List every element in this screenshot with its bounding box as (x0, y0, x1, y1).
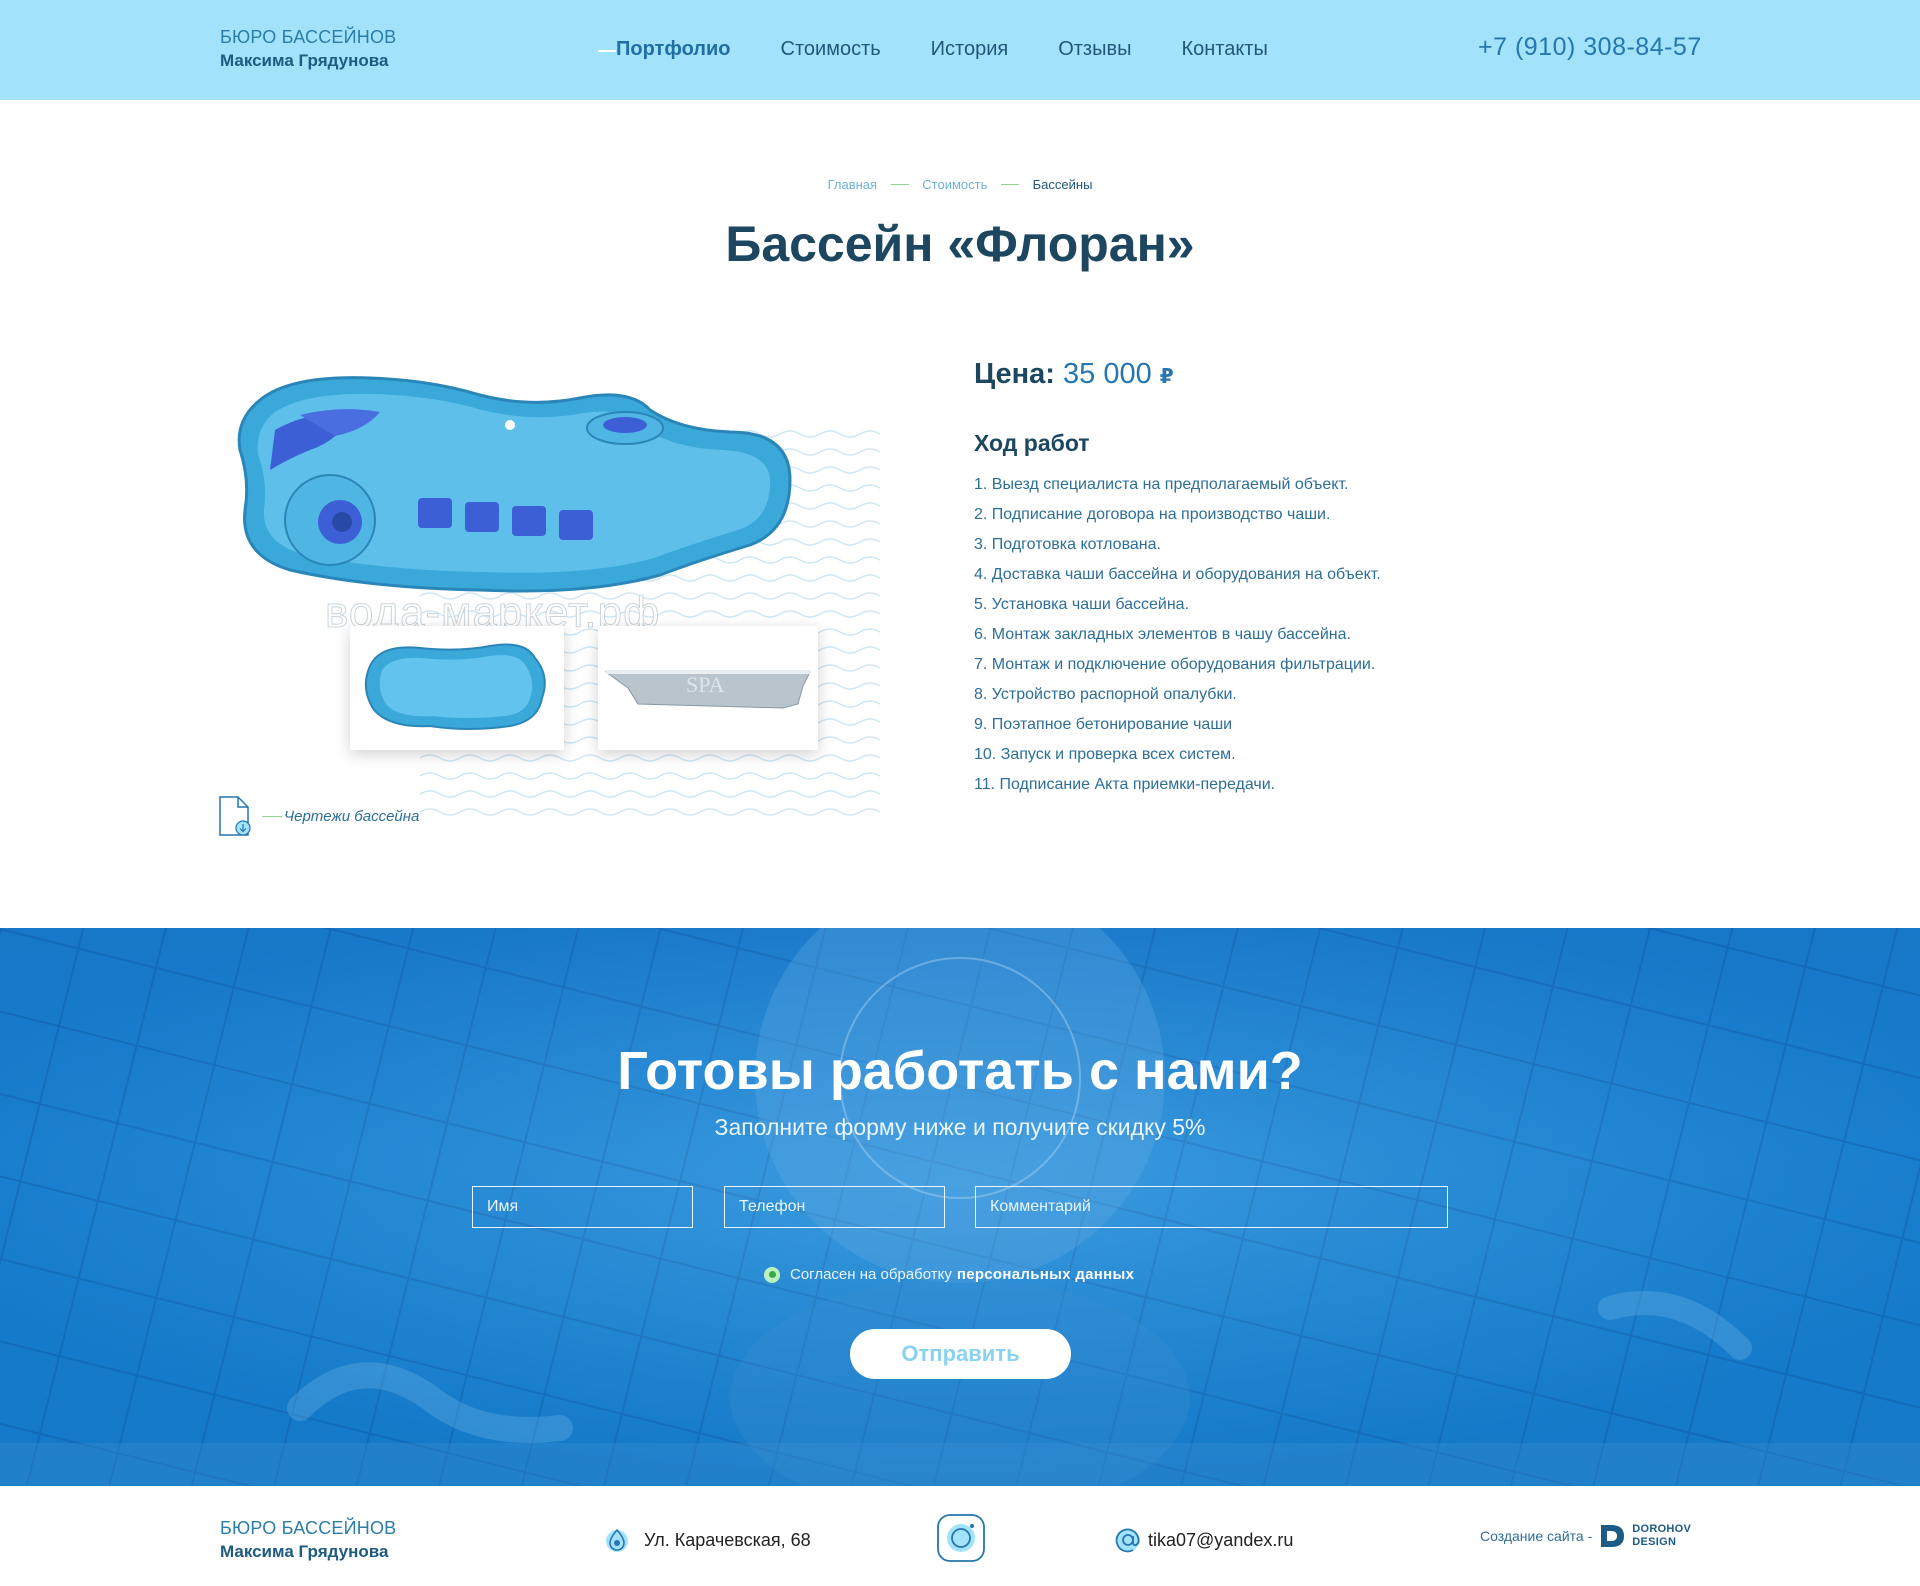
pool-tiles-background (0, 928, 1920, 1486)
work-step-item: 11. Подписание Акта приемки-передачи. (974, 776, 1276, 793)
consent-text: Согласен на обработку (790, 1266, 952, 1283)
consent-radio-dot (768, 1271, 776, 1278)
footer-logo-line2: Максима Грядунова (220, 1541, 389, 1561)
breadcrumb-separator (1001, 184, 1020, 186)
pool-drawings-link[interactable]: Чертежи бассейна (218, 795, 419, 837)
instagram-icon (937, 1514, 985, 1562)
consent-checkbox[interactable]: Согласен на обработку персональных данны… (764, 1266, 1134, 1283)
submit-button[interactable]: Отправить (850, 1329, 1071, 1379)
pool-thumbnail-top-view[interactable] (350, 626, 564, 750)
footer-address: Ул. Карачевская, 68 (604, 1526, 811, 1554)
work-step-item: 3. Подготовка котлована. (974, 536, 1161, 553)
product-gallery: вода-маркет.рф SPA (230, 370, 880, 820)
site-footer: БЮРО БАССЕЙНОВ Максима Грядунова Ул. Кар… (0, 1486, 1920, 1586)
instagram-link[interactable] (936, 1513, 986, 1568)
footer-logo[interactable]: БЮРО БАССЕЙНОВ Максима Грядунова (220, 1518, 396, 1562)
pool-thumbnail-side-view[interactable]: SPA (598, 626, 818, 750)
drawings-line (262, 815, 282, 817)
footer-email-text: tika07@yandex.ru (1148, 1529, 1294, 1550)
breadcrumb-separator (890, 184, 909, 186)
breadcrumb: Главная Стоимость Бассейны (0, 176, 1920, 192)
breadcrumb-current: Бассейны (1032, 177, 1093, 193)
price-currency: ₽ (1159, 366, 1174, 388)
logo-line1: БЮРО БАССЕЙНОВ (220, 27, 397, 47)
breadcrumb-cost[interactable]: Стоимость (922, 177, 987, 192)
file-download-icon (219, 796, 251, 836)
cta-subtitle: Заполните форму ниже и получите скидку 5… (714, 1114, 1206, 1140)
dorohov-design-logo: DOROHOV DESIGN (1598, 1522, 1691, 1550)
location-pin-icon (606, 1528, 628, 1552)
work-step-item: 2. Подписание договора на производство ч… (974, 506, 1331, 523)
work-step-item: 10. Запуск и проверка всех систем. (974, 746, 1236, 763)
work-step-item: 4. Доставка чаши бассейна и оборудования… (974, 566, 1381, 583)
price-label: Цена: (974, 358, 1055, 390)
breadcrumb-home[interactable]: Главная (828, 177, 877, 192)
name-input[interactable] (472, 1186, 693, 1228)
site-credit[interactable]: Создание сайта - DOROHOV DESIGN (1480, 1522, 1691, 1550)
nav-item-cost[interactable]: Стоимость (781, 38, 881, 61)
work-step-item: 9. Поэтапное бетонирование чаши (974, 716, 1233, 733)
work-steps-list: 1. Выезд специалиста на предполагаемый о… (974, 474, 1381, 804)
main-nav: Портфолио Стоимость История Отзывы Конта… (598, 38, 1268, 61)
site-credit-label: Создание сайта - (1480, 1528, 1593, 1544)
price-value: 35 000 (1063, 358, 1152, 390)
nav-item-portfolio[interactable]: Портфолио (598, 38, 731, 61)
thumbnail-spa-text: SPA (686, 672, 724, 697)
work-step-item: 8. Устройство распорной опалубки. (974, 686, 1237, 703)
work-steps-title: Ход работ (974, 430, 1090, 456)
nav-item-history[interactable]: История (931, 38, 1009, 61)
work-step-item: 5. Установка чаши бассейна. (974, 596, 1190, 613)
cta-section: Готовы работать с нами? Заполните форму … (0, 928, 1920, 1486)
work-step-item: 6. Монтаж закладных элементов в чашу бас… (974, 626, 1351, 643)
consent-link[interactable]: персональных данных (957, 1266, 1134, 1283)
work-step-item: 7. Монтаж и подключение оборудования фил… (974, 656, 1376, 673)
footer-logo-line1: БЮРО БАССЕЙНОВ (220, 1518, 397, 1538)
dorohov-logo-mark (1601, 1525, 1625, 1547)
dorohov-logo-text-line2: DESIGN (1632, 1536, 1677, 1548)
pool-top-view-image (364, 643, 546, 730)
price: Цена: 35 000 ₽ (974, 358, 1174, 391)
logo-line2: Максима Грядунова (220, 50, 389, 70)
header-phone[interactable]: +7 (910) 308-84-57 (1478, 33, 1702, 62)
phone-input[interactable] (724, 1186, 945, 1228)
page-title: Бассейн «Флоран» (725, 216, 1195, 272)
drawings-label: Чертежи бассейна (284, 807, 420, 825)
consent-radio[interactable] (764, 1266, 780, 1283)
cta-title: Готовы работать с нами? (617, 1041, 1303, 1101)
at-sign-icon (1115, 1528, 1140, 1553)
pool-side-view-image: SPA (604, 670, 811, 709)
dorohov-logo-text: DOROHOV DESIGN (1632, 1523, 1691, 1548)
nav-item-reviews[interactable]: Отзывы (1058, 38, 1131, 61)
footer-address-text: Ул. Карачевская, 68 (644, 1529, 811, 1550)
dorohov-logo-text-line1: DOROHOV (1632, 1523, 1692, 1536)
logo[interactable]: БЮРО БАССЕЙНОВ Максима Грядунова (220, 27, 396, 71)
site-header: БЮРО БАССЕЙНОВ Максима Грядунова Портфол… (0, 0, 1920, 100)
comment-input[interactable] (975, 1186, 1448, 1228)
nav-item-contacts[interactable]: Контакты (1181, 38, 1267, 61)
footer-email[interactable]: tika07@yandex.ru (1114, 1526, 1293, 1554)
work-step-item: 1. Выезд специалиста на предполагаемый о… (974, 476, 1349, 493)
